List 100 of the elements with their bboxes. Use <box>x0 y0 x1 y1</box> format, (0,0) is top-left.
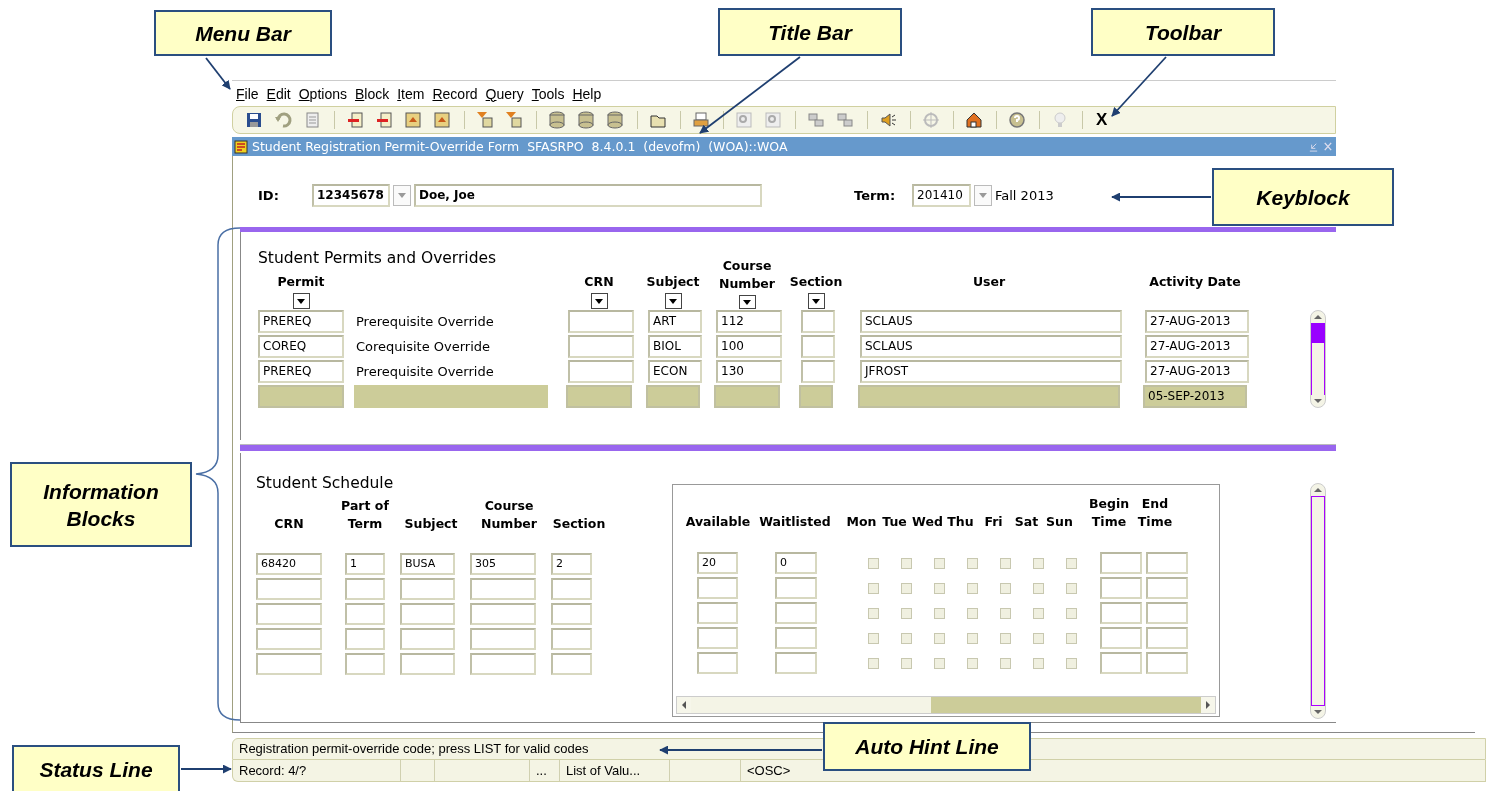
checkbox[interactable] <box>868 582 879 594</box>
input-field[interactable] <box>551 653 592 675</box>
crosshair-icon[interactable] <box>922 111 940 129</box>
input-field[interactable]: 2 <box>551 553 592 575</box>
checkbox[interactable] <box>868 607 879 619</box>
input-field[interactable] <box>256 628 322 650</box>
input-field[interactable] <box>1146 652 1188 674</box>
input-field[interactable] <box>400 603 455 625</box>
horizontal-scrollbar[interactable] <box>676 696 1216 714</box>
checkbox[interactable] <box>1066 632 1077 644</box>
help-icon[interactable] <box>1008 111 1026 129</box>
input-field[interactable] <box>801 335 835 358</box>
checkbox[interactable] <box>967 632 978 644</box>
checkbox[interactable] <box>1033 582 1044 594</box>
checkbox[interactable] <box>1000 632 1011 644</box>
list-button[interactable] <box>807 293 825 309</box>
input-field[interactable] <box>697 577 738 599</box>
input-field[interactable] <box>1100 652 1142 674</box>
checkbox[interactable] <box>967 607 978 619</box>
checkbox[interactable] <box>1033 557 1044 569</box>
input-field[interactable] <box>400 653 455 675</box>
dropdown-button[interactable] <box>393 184 411 206</box>
minimize-icon[interactable] <box>1308 141 1319 152</box>
checkbox[interactable] <box>934 632 945 644</box>
input-field[interactable]: SCLAUS <box>860 310 1122 333</box>
input-field[interactable] <box>1100 577 1142 599</box>
speaker-icon[interactable] <box>879 111 897 129</box>
input-field[interactable] <box>256 603 322 625</box>
save-icon[interactable] <box>245 111 263 129</box>
input-field[interactable] <box>551 578 592 600</box>
input-field[interactable] <box>1146 577 1188 599</box>
input-field[interactable]: 305 <box>470 553 536 575</box>
checkbox[interactable] <box>934 557 945 569</box>
vertical-scrollbar[interactable] <box>1310 310 1326 408</box>
input-field[interactable] <box>470 603 536 625</box>
input-field[interactable] <box>697 652 738 674</box>
menu-item[interactable]: Edit <box>266 85 291 102</box>
input-field[interactable] <box>566 385 632 408</box>
checkbox[interactable] <box>934 607 945 619</box>
checkbox[interactable] <box>967 557 978 569</box>
input-field[interactable] <box>470 578 536 600</box>
checkbox[interactable] <box>967 582 978 594</box>
input-field[interactable]: 05-SEP-2013 <box>1143 385 1247 408</box>
input-field[interactable]: ECON <box>648 360 702 383</box>
input-field[interactable]: 1 <box>345 553 385 575</box>
input-field[interactable] <box>1100 602 1142 624</box>
list-button[interactable] <box>292 293 310 309</box>
checkbox[interactable] <box>901 607 912 619</box>
input-field[interactable]: SCLAUS <box>860 335 1122 358</box>
term-field[interactable]: 201410 <box>912 183 971 207</box>
input-field[interactable] <box>345 603 385 625</box>
menu-item[interactable]: Tools <box>531 85 565 102</box>
input-field[interactable] <box>345 578 385 600</box>
list-button[interactable] <box>664 293 682 309</box>
input-field[interactable] <box>551 628 592 650</box>
name-field[interactable]: Doe, Joe <box>414 183 762 207</box>
checkbox[interactable] <box>1000 557 1011 569</box>
dropdown-button[interactable] <box>974 184 992 206</box>
lightbulb-icon[interactable] <box>1051 111 1069 129</box>
checkbox[interactable] <box>901 582 912 594</box>
input-field[interactable] <box>801 310 835 333</box>
exit-button[interactable]: X <box>1096 110 1108 130</box>
menu-item[interactable]: Query <box>485 85 524 102</box>
input-field[interactable]: PREREQ <box>258 310 344 333</box>
checkbox[interactable] <box>901 557 912 569</box>
input-field[interactable]: 20 <box>697 552 738 574</box>
checkbox[interactable] <box>1066 607 1077 619</box>
search-icon[interactable] <box>735 111 753 129</box>
input-field[interactable] <box>345 653 385 675</box>
document-icon[interactable] <box>303 111 321 129</box>
database-icon[interactable] <box>577 111 595 129</box>
printer-icon[interactable] <box>692 111 710 129</box>
checkbox[interactable] <box>1033 632 1044 644</box>
id-field[interactable]: 12345678 <box>312 183 390 207</box>
input-field[interactable]: 130 <box>716 360 782 383</box>
input-field[interactable] <box>775 652 817 674</box>
checkbox[interactable] <box>1033 607 1044 619</box>
input-field[interactable] <box>775 627 817 649</box>
input-field[interactable] <box>400 628 455 650</box>
vertical-scrollbar[interactable] <box>1310 483 1326 719</box>
input-field[interactable] <box>1100 552 1142 574</box>
input-field[interactable] <box>470 628 536 650</box>
input-field[interactable] <box>256 653 322 675</box>
undo-icon[interactable] <box>274 111 292 129</box>
input-field[interactable] <box>568 310 634 333</box>
input-field[interactable]: JFROST <box>860 360 1122 383</box>
menu-item[interactable]: Help <box>572 85 602 102</box>
input-field[interactable]: BUSA <box>400 553 455 575</box>
input-field[interactable] <box>775 602 817 624</box>
checkbox[interactable] <box>967 657 978 669</box>
input-field[interactable] <box>258 385 344 408</box>
checkbox[interactable] <box>934 582 945 594</box>
input-field[interactable]: 68420 <box>256 553 322 575</box>
input-field[interactable]: ART <box>648 310 702 333</box>
checkbox[interactable] <box>868 557 879 569</box>
checkbox[interactable] <box>1000 582 1011 594</box>
input-field[interactable] <box>646 385 700 408</box>
checkbox[interactable] <box>934 657 945 669</box>
input-field[interactable] <box>1146 602 1188 624</box>
input-field[interactable]: 100 <box>716 335 782 358</box>
